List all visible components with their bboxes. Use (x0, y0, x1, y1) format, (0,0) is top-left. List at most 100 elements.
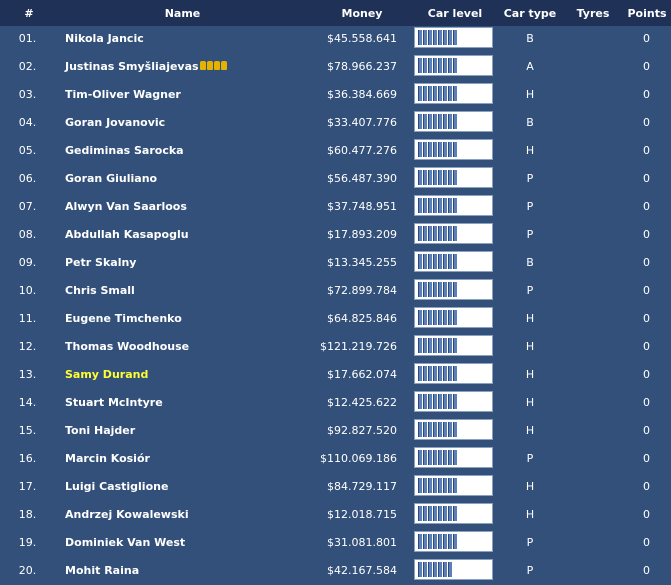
car-level-segment (448, 506, 452, 521)
car-level-segment (423, 366, 427, 381)
driver-name[interactable]: Goran Jovanovic (65, 116, 315, 129)
car-level-segment (438, 114, 442, 129)
driver-name[interactable]: Luigi Castiglione (65, 480, 315, 493)
car-type-cell: H (525, 480, 535, 493)
trophy-icon (206, 61, 213, 70)
driver-name[interactable]: Marcin Kosiór (65, 452, 315, 465)
points-cell: 0 (643, 144, 650, 157)
car-level-bar (414, 195, 493, 216)
car-level-segment (448, 198, 452, 213)
rank-cell: 11. (18, 312, 37, 325)
car-level-segment (443, 30, 447, 45)
car-level-segment (433, 450, 437, 465)
header-tyres[interactable]: Tyres (568, 7, 618, 20)
car-type-cell: H (525, 508, 535, 521)
car-level-segment (448, 478, 452, 493)
car-level-segment (448, 562, 452, 577)
rank-cell: 16. (18, 452, 37, 465)
car-level-segment (423, 30, 427, 45)
points-cell: 0 (643, 116, 650, 129)
car-level-segment (443, 422, 447, 437)
driver-name[interactable]: Eugene Timchenko (65, 312, 315, 325)
car-level-segment (433, 338, 437, 353)
table-row: 19. Dominiek Van West $31.081.801 P 0 (0, 529, 671, 557)
points-cell: 0 (643, 312, 650, 325)
driver-name-text: Goran Jovanovic (65, 116, 166, 129)
car-level-segment (418, 114, 422, 129)
driver-name[interactable]: Petr Skalny (65, 256, 315, 269)
driver-name[interactable]: Tim-Oliver Wagner (65, 88, 315, 101)
car-level-segment (433, 142, 437, 157)
car-level-segment (433, 506, 437, 521)
car-type-cell: P (526, 564, 534, 577)
car-level-segment (443, 506, 447, 521)
table-row: 02. Justinas Smyšliajevas $78.966.237 A 0 (0, 53, 671, 81)
driver-name-text: Tim-Oliver Wagner (65, 88, 181, 101)
rank-cell: 13. (18, 368, 37, 381)
car-level-segment (428, 534, 432, 549)
driver-name[interactable]: Abdullah Kasapoglu (65, 228, 315, 241)
header-points[interactable]: Points (623, 7, 671, 20)
table-row: 01. Nikola Jancic $45.558.641 B 0 (0, 25, 671, 53)
car-level-segment (433, 394, 437, 409)
money-cell: $31.081.801 (327, 536, 397, 549)
table-row: 04. Goran Jovanovic $33.407.776 B 0 (0, 109, 671, 137)
table-header: # Name Money Car level Car type Tyres Po… (0, 0, 671, 26)
driver-name-text: Andrzej Kowalewski (65, 508, 189, 521)
trophy-icon (213, 61, 220, 70)
car-level-segment (453, 478, 457, 493)
table-row: 06. Goran Giuliano $56.487.390 P 0 (0, 165, 671, 193)
car-level-segment (433, 226, 437, 241)
car-level-segment (423, 58, 427, 73)
driver-name[interactable]: Nikola Jancic (65, 32, 315, 45)
car-level-segment (443, 450, 447, 465)
driver-name[interactable]: Andrzej Kowalewski (65, 508, 315, 521)
header-car-type[interactable]: Car type (502, 7, 558, 20)
car-level-segment (428, 310, 432, 325)
car-level-segment (438, 394, 442, 409)
points-cell: 0 (643, 508, 650, 521)
driver-name[interactable]: Chris Small (65, 284, 315, 297)
rank-cell: 09. (18, 256, 37, 269)
driver-name[interactable]: Toni Hajder (65, 424, 315, 437)
driver-name[interactable]: Stuart McIntyre (65, 396, 315, 409)
car-level-segment (443, 338, 447, 353)
money-cell: $78.966.237 (327, 60, 397, 73)
car-level-segment (428, 142, 432, 157)
driver-name[interactable]: Goran Giuliano (65, 172, 315, 185)
driver-name[interactable]: Alwyn Van Saarloos (65, 200, 315, 213)
rank-cell: 10. (18, 284, 37, 297)
table-row: 03. Tim-Oliver Wagner $36.384.669 H 0 (0, 81, 671, 109)
car-level-bar (414, 27, 493, 48)
table-row: 13. Samy Durand $17.662.074 H 0 (0, 361, 671, 389)
driver-name[interactable]: Justinas Smyšliajevas (65, 60, 315, 73)
car-level-segment (448, 366, 452, 381)
driver-name[interactable]: Dominiek Van West (65, 536, 315, 549)
driver-name[interactable]: Thomas Woodhouse (65, 340, 315, 353)
header-rank[interactable]: # (0, 7, 58, 20)
car-level-segment (453, 366, 457, 381)
driver-name[interactable]: Gediminas Sarocka (65, 144, 315, 157)
car-level-segment (438, 310, 442, 325)
header-money[interactable]: Money (326, 7, 398, 20)
driver-name[interactable]: Samy Durand (65, 368, 315, 381)
money-cell: $12.018.715 (327, 508, 397, 521)
car-level-segment (443, 142, 447, 157)
driver-name[interactable]: Mohit Raina (65, 564, 315, 577)
car-level-segment (428, 506, 432, 521)
car-level-segment (418, 506, 422, 521)
car-level-segment (433, 534, 437, 549)
car-level-segment (423, 450, 427, 465)
car-level-segment (423, 310, 427, 325)
car-level-segment (443, 114, 447, 129)
money-cell: $17.662.074 (327, 368, 397, 381)
header-name[interactable]: Name (120, 7, 245, 20)
car-level-segment (443, 86, 447, 101)
car-level-segment (428, 338, 432, 353)
car-level-segment (433, 58, 437, 73)
car-type-cell: H (525, 88, 535, 101)
car-level-segment (433, 422, 437, 437)
header-car-level[interactable]: Car level (412, 7, 498, 20)
car-level-bar (414, 419, 493, 440)
car-level-segment (448, 30, 452, 45)
